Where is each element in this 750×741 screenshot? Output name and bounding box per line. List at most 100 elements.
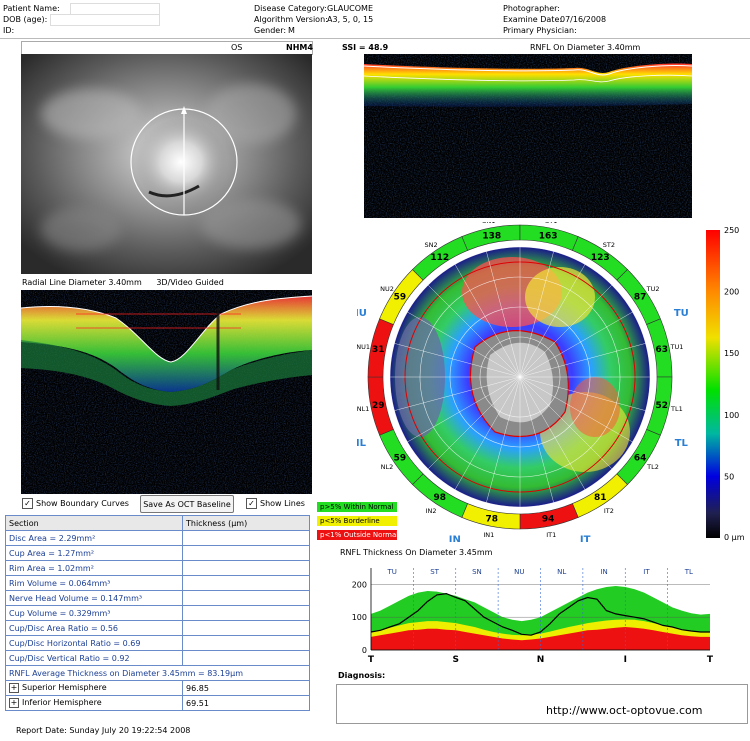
- thickness-cell: [182, 650, 310, 666]
- inferior-hemisphere-label-cell[interactable]: + Inferior Hemisphere: [5, 695, 183, 711]
- segment-label: NL: [557, 568, 566, 576]
- quadrant-in: IN: [449, 534, 461, 542]
- quadrant-sn: SN: [447, 222, 463, 223]
- x-tick-label: T: [707, 655, 714, 665]
- sector-code-nu2: NU2: [380, 285, 394, 293]
- sector-code-st1: ST1: [545, 222, 557, 225]
- thickness-cell: [182, 590, 310, 606]
- thickness-col-header: Thickness (μm): [182, 515, 310, 531]
- sector-code-in2: IN2: [426, 507, 437, 515]
- sector-code-sn2: SN2: [425, 241, 438, 249]
- superior-hemisphere-label-cell[interactable]: + Superior Hemisphere: [5, 680, 183, 696]
- thickness-cell: [182, 530, 310, 546]
- rnfl-average-cell: RNFL Average Thickness on Diameter 3.45m…: [5, 665, 310, 681]
- fundus-image: [21, 54, 312, 274]
- y-tick-label: 100: [352, 613, 367, 622]
- sector-value-tu1: 63: [655, 345, 668, 355]
- sector-value-tu2: 87: [634, 293, 647, 303]
- show-lines-checkbox[interactable]: ✓: [246, 498, 257, 509]
- x-tick-label: T: [368, 655, 375, 665]
- measurement-cell: Nerve Head Volume = 0.147mm³: [5, 590, 183, 606]
- segment-label: SN: [472, 568, 482, 576]
- chart-title: RNFL Thickness On Diameter 3.45mm: [340, 548, 493, 557]
- x-tick-label: S: [453, 655, 459, 665]
- table-row: Rim Volume = 0.064mm³: [5, 575, 310, 591]
- segment-label: TL: [684, 568, 693, 576]
- segment-label: NU: [514, 568, 524, 576]
- sector-value-in1: 78: [486, 515, 499, 525]
- radial-title-text: Radial Line Diameter 3.40mm: [22, 278, 142, 287]
- measurement-cell: Cup/Disc Vertical Ratio = 0.92: [5, 650, 183, 666]
- table-row: Cup Area = 1.27mm²: [5, 545, 310, 561]
- sector-value-in2: 98: [433, 493, 446, 503]
- table-row: Nerve Head Volume = 0.147mm³: [5, 590, 310, 606]
- show-boundary-checkbox[interactable]: ✓: [22, 498, 33, 509]
- guided-label: 3D/Video Guided: [156, 278, 224, 287]
- rnfl-average-row: RNFL Average Thickness on Diameter 3.45m…: [5, 665, 310, 681]
- disease-category-value: GLAUCOME: [327, 4, 374, 13]
- algorithm-value: A3, 5, 0, 15: [327, 15, 374, 24]
- thickness-cell: [182, 635, 310, 651]
- algorithm-label: Algorithm Version:: [254, 15, 328, 24]
- superior-yellow-zone: [525, 267, 595, 327]
- report-date: Report Date: Sunday July 20 19:22:54 200…: [16, 726, 191, 735]
- inferior-hemisphere-row[interactable]: + Inferior Hemisphere 69.51: [5, 695, 310, 711]
- table-row: Cup/Disc Vertical Ratio = 0.92: [5, 650, 310, 666]
- show-lines-toggle[interactable]: ✓ Show Lines: [246, 498, 305, 509]
- measurement-cell: Cup/Disc Area Ratio = 0.56: [5, 620, 183, 636]
- thickness-cell: [182, 605, 310, 621]
- gender-value: M: [288, 26, 295, 35]
- expand-plus-icon[interactable]: +: [9, 683, 19, 693]
- inferior-hemisphere-value: 69.51: [182, 695, 310, 711]
- sector-value-nu1: 31: [372, 345, 385, 355]
- thickness-cell: [182, 575, 310, 591]
- thickness-colorbar: 250 200 150 100 50 0 μm: [700, 226, 750, 542]
- table-row: Cup Volume = 0.329mm³: [5, 605, 310, 621]
- expand-plus-icon[interactable]: +: [9, 698, 19, 708]
- dob-label: DOB (age):: [3, 15, 48, 24]
- sector-value-sn2: 112: [430, 253, 449, 263]
- sector-value-st2: 123: [591, 253, 610, 263]
- show-boundary-toggle[interactable]: ✓ Show Boundary Curves: [22, 498, 129, 509]
- sector-value-st1: 163: [539, 231, 558, 241]
- report-header: Patient Name: DOB (age): ID: Disease Cat…: [0, 0, 750, 39]
- gender-label: Gender:: [254, 26, 287, 35]
- y-tick-label: 0: [362, 646, 367, 655]
- sector-code-tu1: TU1: [669, 343, 683, 351]
- thickness-cell: [182, 545, 310, 561]
- sector-code-sn1: SN1: [482, 222, 495, 225]
- segment-label: ST: [430, 568, 439, 576]
- sector-value-nl1: 29: [372, 401, 385, 411]
- radial-title: Radial Line Diameter 3.40mm 3D/Video Gui…: [22, 278, 224, 287]
- superior-hemisphere-row[interactable]: + Superior Hemisphere 96.85: [5, 680, 310, 696]
- superior-hemisphere-value: 96.85: [182, 680, 310, 696]
- show-boundary-label: Show Boundary Curves: [36, 499, 129, 508]
- superior-hemisphere-label: Superior Hemisphere: [22, 683, 107, 692]
- sector-value-tl2: 64: [634, 453, 647, 463]
- sector-value-nl2: 59: [394, 453, 407, 463]
- table-row: Disc Area = 2.29mm²: [5, 530, 310, 546]
- thickness-cell: [182, 620, 310, 636]
- sector-value-sn1: 138: [482, 231, 501, 241]
- sector-code-st2: ST2: [603, 241, 615, 249]
- sector-value-it2: 81: [594, 493, 607, 503]
- section-col-header: Section: [5, 515, 183, 531]
- show-lines-label: Show Lines: [260, 499, 305, 508]
- sector-value-it1: 94: [542, 515, 555, 525]
- sector-code-it2: IT2: [604, 507, 614, 515]
- save-baseline-button[interactable]: Save As OCT Baseline: [140, 495, 234, 513]
- physician-label: Primary Physician:: [503, 26, 577, 35]
- fundus-title-bar: OS NHM4: [21, 41, 313, 55]
- table-row: Cup/Disc Area Ratio = 0.56: [5, 620, 310, 636]
- quadrant-it: IT: [580, 534, 591, 542]
- ssi-label: SSI = 48.9: [342, 43, 389, 52]
- sector-code-tu2: TU2: [646, 285, 660, 293]
- eye-label: OS: [231, 43, 243, 52]
- colorbar-tick: 50: [724, 472, 734, 481]
- segment-label: IT: [643, 568, 650, 576]
- measurement-table: Section Thickness (μm) Disc Area = 2.29m…: [5, 515, 310, 711]
- exam-date-label: Examine Date:: [503, 15, 563, 24]
- segment-label: TU: [386, 568, 396, 576]
- colorbar-tick: 250: [724, 226, 739, 235]
- measurement-cell: Rim Volume = 0.064mm³: [5, 575, 183, 591]
